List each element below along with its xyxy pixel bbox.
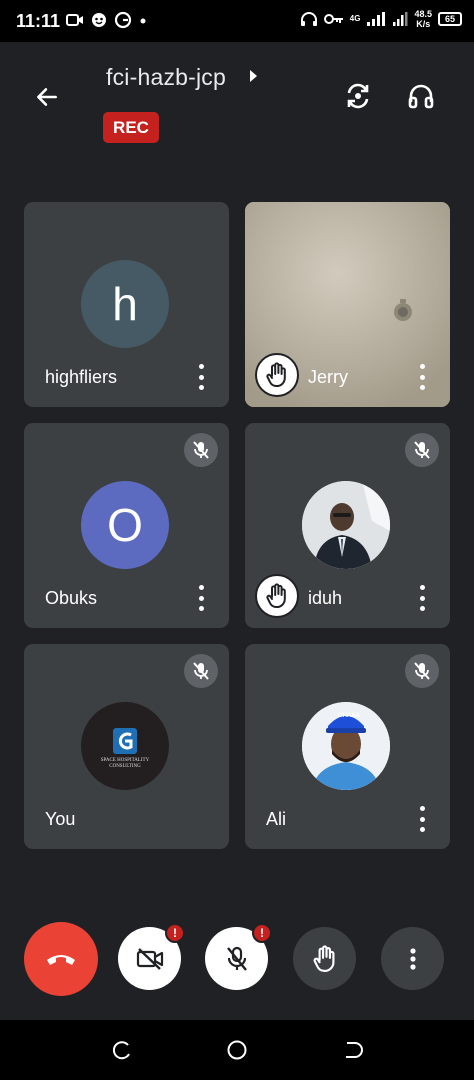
more-options-button[interactable]: [417, 585, 427, 611]
signal-icon: [367, 12, 386, 26]
nav-back-button[interactable]: [338, 1036, 366, 1064]
status-notification-icons: [66, 11, 148, 29]
video-off-icon: [136, 947, 163, 970]
signal-secondary-icon: [393, 12, 408, 26]
participant-tile-highfliers[interactable]: h highfliers: [24, 202, 229, 407]
headphones-status-icon: [300, 12, 317, 26]
participant-name: highfliers: [45, 367, 118, 387]
battery-icon: 65: [438, 12, 462, 26]
back-button[interactable]: [30, 80, 64, 114]
caret-right-icon[interactable]: [250, 70, 257, 82]
hand-icon: [266, 583, 286, 609]
app-status-icon: [92, 13, 106, 27]
more-options-button[interactable]: [417, 364, 427, 390]
raised-hand-badge: [255, 353, 299, 397]
switch-camera-button[interactable]: [340, 78, 376, 114]
raise-hand-button[interactable]: [293, 927, 356, 990]
video-camera-status-icon: [66, 14, 83, 26]
participant-name: Jerry: [308, 367, 348, 387]
audio-output-button[interactable]: [403, 78, 439, 114]
network-speed-unit: K/s: [416, 19, 431, 29]
muted-badge: [184, 654, 218, 688]
mic-off-icon: [193, 662, 209, 680]
network-type-label: 4G: [349, 14, 361, 23]
status-system-icons: 4G 48.5 K/s 65: [300, 9, 462, 29]
nav-back-icon: [346, 1042, 363, 1058]
g-logo-status-icon: [114, 11, 132, 29]
end-call-button[interactable]: [24, 922, 98, 996]
cap-text: GHANA: [338, 713, 360, 719]
mic-toggle-button[interactable]: !: [205, 923, 272, 990]
more-options-button[interactable]: [196, 364, 206, 390]
avatar: h: [81, 260, 169, 348]
muted-badge: [405, 654, 439, 688]
mic-off-icon: [193, 441, 209, 459]
headphones-icon: [408, 84, 434, 109]
system-navigation-bar: [0, 1020, 474, 1080]
more-options-button[interactable]: [196, 585, 206, 611]
camera-alert-badge: !: [165, 923, 185, 943]
avatar: O: [81, 481, 169, 569]
nav-recents-button[interactable]: [108, 1036, 136, 1064]
muted-badge: [405, 433, 439, 467]
more-options-button[interactable]: [417, 806, 427, 832]
participant-name: Ali: [266, 809, 287, 829]
company-logo-icon: [113, 728, 137, 754]
switch-camera-icon: [347, 83, 369, 109]
mic-off-icon: [414, 441, 430, 459]
hand-icon: [313, 945, 334, 972]
mic-off-icon: [414, 662, 430, 680]
logo-text-line-2: CONSULTING: [109, 764, 141, 769]
dot-status-icon: [140, 18, 146, 24]
more-vertical-icon: [409, 947, 416, 970]
mic-off-icon: [226, 946, 247, 971]
status-bar: 11:11 4G 48.5 K/s 65: [0, 0, 474, 42]
network-speed-value: 48.5: [414, 9, 432, 19]
muted-badge: [184, 433, 218, 467]
home-circle-icon: [227, 1040, 247, 1060]
participant-tile-jerry[interactable]: Jerry: [245, 202, 450, 407]
mic-alert-badge: !: [252, 923, 272, 943]
recording-badge: REC: [103, 112, 159, 143]
participant-name: You: [45, 809, 76, 829]
participant-tile-ali[interactable]: GHANA Ali: [245, 644, 450, 849]
person-photo-image: [302, 481, 390, 569]
more-controls-button[interactable]: [381, 927, 444, 990]
raised-hand-badge: [255, 574, 299, 618]
nav-home-button[interactable]: [223, 1036, 251, 1064]
participant-name: iduh: [308, 588, 343, 608]
camera-toggle-button[interactable]: !: [118, 923, 185, 990]
avatar-photo: [302, 481, 390, 569]
network-speed: 48.5 K/s: [414, 9, 432, 29]
hand-icon: [266, 362, 286, 388]
avatar-logo: SPACE HOSPITALITY CONSULTING: [81, 702, 169, 790]
participant-tile-obuks[interactable]: O Obuks: [24, 423, 229, 628]
arrow-left-icon: [37, 88, 57, 106]
avatar-letter: O: [107, 499, 143, 551]
status-time: 11:11: [16, 11, 61, 31]
participant-tile-you[interactable]: SPACE HOSPITALITY CONSULTING You: [24, 644, 229, 849]
meeting-code-title[interactable]: fci-hazb-jcp: [106, 64, 226, 91]
avatar-photo: GHANA: [302, 702, 390, 790]
participant-name: Obuks: [45, 588, 98, 608]
key-status-icon: [323, 14, 343, 24]
recents-icon: [112, 1041, 130, 1060]
participant-tile-iduh[interactable]: iduh: [245, 423, 450, 628]
phone-hangup-icon: [47, 955, 75, 965]
avatar-letter: h: [112, 278, 138, 330]
